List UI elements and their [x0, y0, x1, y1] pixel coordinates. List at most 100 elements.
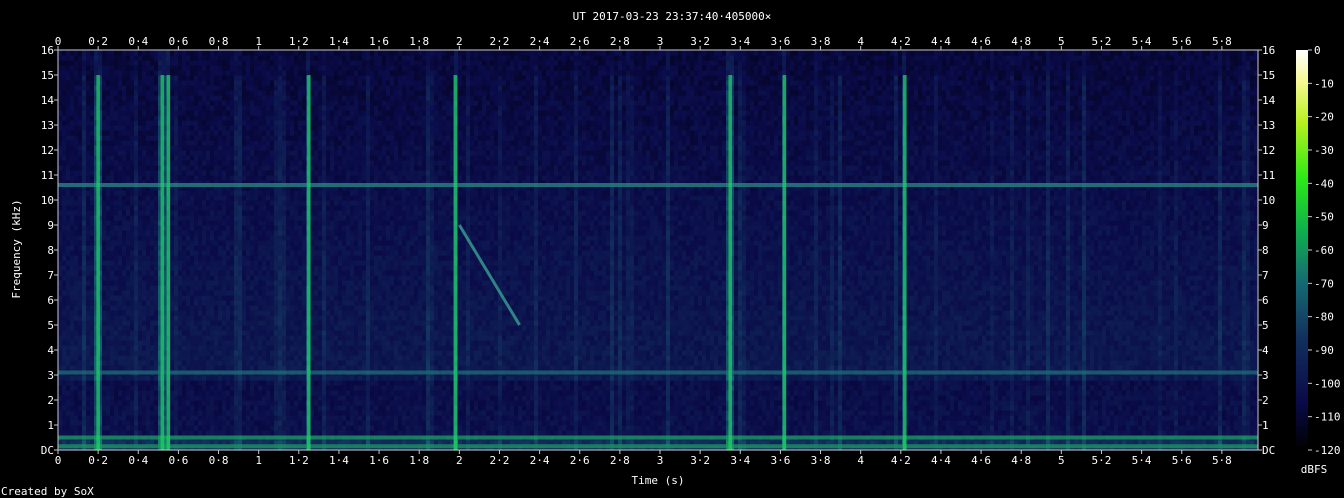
heatmap-cell — [122, 290, 127, 296]
heatmap-cell — [234, 330, 239, 336]
heatmap-cell — [70, 85, 75, 91]
heatmap-cell — [234, 50, 239, 56]
heatmap-cell — [122, 170, 127, 176]
heatmap-cell — [170, 295, 175, 301]
heatmap-cell — [82, 335, 87, 341]
heatmap-cell — [106, 305, 111, 311]
heatmap-cell — [86, 200, 91, 206]
heatmap-cell — [114, 420, 119, 426]
heatmap-cell — [214, 215, 219, 221]
heatmap-cell — [166, 65, 171, 71]
heatmap-cell — [166, 50, 171, 56]
heatmap-cell — [234, 380, 239, 386]
heatmap-cell — [302, 280, 307, 286]
heatmap-cell — [266, 260, 271, 266]
heatmap-cell — [250, 120, 255, 126]
heatmap-cell — [82, 395, 87, 401]
heatmap-cell — [86, 335, 91, 341]
heatmap-cell — [198, 270, 203, 276]
heatmap-cell — [194, 285, 199, 291]
heatmap-cell — [82, 285, 87, 291]
heatmap-cell — [186, 280, 191, 286]
heatmap-cell — [194, 110, 199, 116]
heatmap-cell — [278, 410, 283, 416]
heatmap-cell — [78, 340, 83, 346]
heatmap-cell — [186, 275, 191, 281]
heatmap-cell — [138, 125, 143, 131]
heatmap-cell — [102, 155, 107, 161]
heatmap-cell — [62, 260, 67, 266]
heatmap-cell — [174, 155, 179, 161]
heatmap-cell — [270, 265, 275, 271]
heatmap-cell — [238, 300, 243, 306]
heatmap-cell — [198, 340, 203, 346]
heatmap-cell — [170, 70, 175, 76]
heatmap-cell — [190, 290, 195, 296]
heatmap-cell — [114, 295, 119, 301]
heatmap-cell — [246, 130, 251, 136]
heatmap-cell — [130, 265, 135, 271]
heatmap-cell — [218, 345, 223, 351]
heatmap-cell — [270, 275, 275, 281]
heatmap-cell — [286, 380, 291, 386]
heatmap-cell — [262, 130, 267, 136]
heatmap-cell — [302, 375, 307, 381]
heatmap-cell — [202, 60, 207, 66]
heatmap-cell — [254, 170, 259, 176]
heatmap-cell — [62, 305, 67, 311]
heatmap-cell — [142, 70, 147, 76]
heatmap-cell — [194, 240, 199, 246]
heatmap-cell — [250, 355, 255, 361]
heatmap-cell — [170, 360, 175, 366]
heatmap-cell — [90, 150, 95, 156]
heatmap-cell — [186, 400, 191, 406]
heatmap-cell — [102, 140, 107, 146]
heatmap-cell — [214, 235, 219, 241]
heatmap-cell — [74, 200, 79, 206]
heatmap-cell — [274, 270, 279, 276]
heatmap-cell — [58, 275, 63, 281]
heatmap-cell — [110, 345, 115, 351]
heatmap-cell — [254, 375, 259, 381]
heatmap-cell — [154, 135, 159, 141]
heatmap-cell — [66, 175, 71, 181]
heatmap-cell — [234, 225, 239, 231]
heatmap-cell — [142, 380, 147, 386]
heatmap-cell — [214, 105, 219, 111]
heatmap-cell — [138, 430, 143, 436]
heatmap-cell — [286, 340, 291, 346]
heatmap-cell — [222, 305, 227, 311]
heatmap-cell — [186, 175, 191, 181]
heatmap-cell — [58, 250, 63, 256]
heatmap-cell — [298, 85, 303, 91]
heatmap-cell — [230, 60, 235, 66]
heatmap-cell — [238, 205, 243, 211]
heatmap-cell — [254, 235, 259, 241]
heatmap-cell — [190, 365, 195, 371]
heatmap-cell — [246, 255, 251, 261]
heatmap-cell — [246, 225, 251, 231]
heatmap-cell — [198, 210, 203, 216]
heatmap-cell — [86, 235, 91, 241]
heatmap-cell — [86, 160, 91, 166]
heatmap-cell — [58, 420, 63, 426]
heatmap-cell — [274, 210, 279, 216]
heatmap-cell — [270, 315, 275, 321]
heatmap-cell — [66, 65, 71, 71]
heatmap-cell — [102, 400, 107, 406]
heatmap-cell — [146, 215, 151, 221]
heatmap-cell — [66, 415, 71, 421]
heatmap-cell — [214, 195, 219, 201]
heatmap-cell — [262, 310, 267, 316]
heatmap-cell — [254, 270, 259, 276]
heatmap-cell — [138, 365, 143, 371]
heatmap-cell — [82, 240, 87, 246]
heatmap-cell — [110, 315, 115, 321]
heatmap-cell — [58, 300, 63, 306]
heatmap-cell — [302, 390, 307, 396]
heatmap-cell — [146, 305, 151, 311]
heatmap-cell — [202, 205, 207, 211]
heatmap-cell — [242, 60, 247, 66]
heatmap-cell — [282, 75, 287, 81]
heatmap-cell — [198, 350, 203, 356]
